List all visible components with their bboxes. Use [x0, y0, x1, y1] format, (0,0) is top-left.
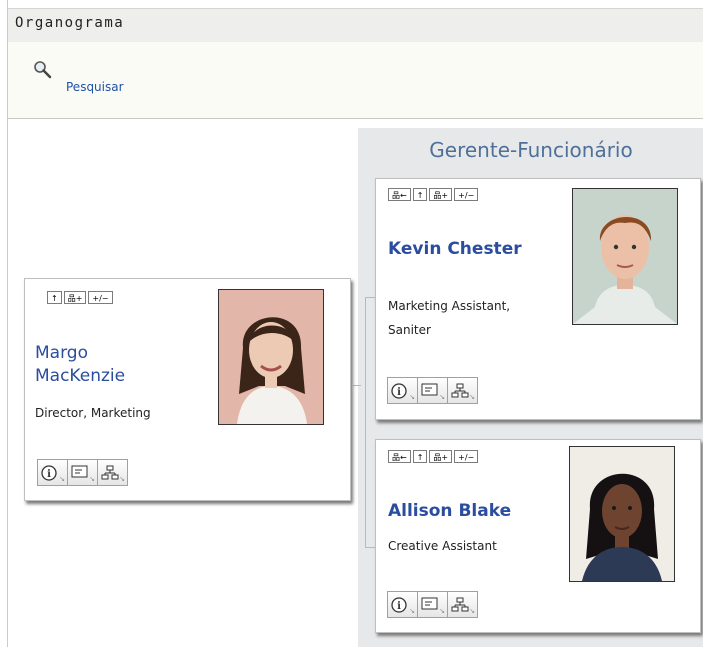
- show-manager-button[interactable]: 品←: [388, 450, 411, 463]
- manager-card: ↑ 品+ +/− Margo MacKenzie Director, Marke…: [24, 278, 351, 501]
- org-chart-icon: [451, 383, 469, 398]
- expand-reports-button[interactable]: 品+: [429, 188, 453, 201]
- person-photo-icon: [219, 290, 323, 424]
- connector-line: [365, 547, 375, 548]
- contact-card-button[interactable]: ↘: [417, 377, 448, 404]
- person-photo-icon: [573, 189, 677, 324]
- manager-action-bar: i ↘ ↘ ↘: [37, 459, 128, 486]
- org-chart-portlet: Organograma Pesquisar Gerente-Funcionári…: [7, 0, 703, 647]
- employee-job-title-line2: Saniter: [388, 323, 431, 337]
- employee-name[interactable]: Kevin Chester: [388, 238, 522, 261]
- info-button[interactable]: i ↘: [387, 591, 418, 618]
- employee-photo: [572, 188, 678, 325]
- connector-line: [365, 297, 366, 547]
- org-chart-icon: [101, 465, 119, 480]
- contact-card-icon: [421, 597, 438, 610]
- info-icon: i: [391, 597, 407, 613]
- employee-job-title: Creative Assistant: [388, 539, 497, 553]
- org-chart-button[interactable]: ↘: [447, 377, 478, 404]
- employee-name[interactable]: Allison Blake: [388, 500, 511, 523]
- manager-card-toolbar: ↑ 品+ +/−: [47, 291, 113, 304]
- expand-reports-button[interactable]: 品+: [429, 450, 453, 463]
- chart-area: Gerente-Funcionário ↑ 品+ +/− Margo MacKe…: [8, 119, 703, 647]
- person-photo-icon: [570, 447, 674, 581]
- employee-card-toolbar: 品← ↑ 品+ +/−: [388, 188, 479, 201]
- search-link[interactable]: Pesquisar: [66, 80, 124, 94]
- move-up-button[interactable]: ↑: [47, 291, 62, 304]
- info-icon: i: [41, 465, 57, 481]
- manager-name-line1: Margo: [35, 343, 88, 363]
- contact-card-button[interactable]: ↘: [417, 591, 448, 618]
- connector-line: [365, 297, 375, 298]
- employee-job-title-line1: Marketing Assistant,: [388, 299, 511, 313]
- svg-text:i: i: [397, 601, 401, 612]
- employee-photo: [569, 446, 675, 582]
- magnifier-icon[interactable]: [33, 60, 53, 80]
- employee-card: 品← ↑ 品+ +/− Kevin Chester Marketing Assi…: [375, 178, 701, 420]
- relationship-title: Gerente-Funcionário: [429, 138, 633, 162]
- expand-collapse-button[interactable]: +/−: [454, 450, 479, 463]
- employee-job-title: Marketing Assistant, Saniter: [388, 296, 510, 340]
- svg-text:i: i: [47, 469, 51, 480]
- expand-collapse-button[interactable]: +/−: [454, 188, 479, 201]
- contact-card-icon: [421, 383, 438, 396]
- manager-job-title: Director, Marketing: [35, 406, 151, 420]
- manager-name[interactable]: Margo MacKenzie: [35, 342, 125, 388]
- employee-card: 品← ↑ 品+ +/− Allison Blake Creative Assis…: [375, 439, 701, 633]
- portlet-title: Organograma: [15, 15, 125, 31]
- contact-card-button[interactable]: ↘: [67, 459, 98, 486]
- org-chart-icon: [451, 597, 469, 612]
- employee-action-bar: i ↘ ↘ ↘: [387, 377, 478, 404]
- info-button[interactable]: i ↘: [387, 377, 418, 404]
- info-icon: i: [391, 383, 407, 399]
- employee-action-bar: i ↘ ↘ ↘: [387, 591, 478, 618]
- connector-line: [353, 385, 361, 386]
- svg-text:i: i: [397, 387, 401, 398]
- manager-photo: [218, 289, 324, 425]
- show-manager-button[interactable]: 品←: [388, 188, 411, 201]
- expand-collapse-button[interactable]: +/−: [88, 291, 113, 304]
- org-chart-button[interactable]: ↘: [97, 459, 128, 486]
- employee-card-toolbar: 品← ↑ 品+ +/−: [388, 450, 479, 463]
- toolbar: Pesquisar: [8, 42, 703, 119]
- move-up-button[interactable]: ↑: [412, 188, 428, 201]
- manager-name-line2: MacKenzie: [35, 366, 126, 386]
- move-up-button[interactable]: ↑: [412, 450, 428, 463]
- org-chart-button[interactable]: ↘: [447, 591, 478, 618]
- info-button[interactable]: i ↘: [37, 459, 68, 486]
- portlet-title-bar: Organograma: [8, 8, 703, 43]
- expand-reports-button[interactable]: 品+: [63, 291, 87, 304]
- contact-card-icon: [71, 465, 88, 478]
